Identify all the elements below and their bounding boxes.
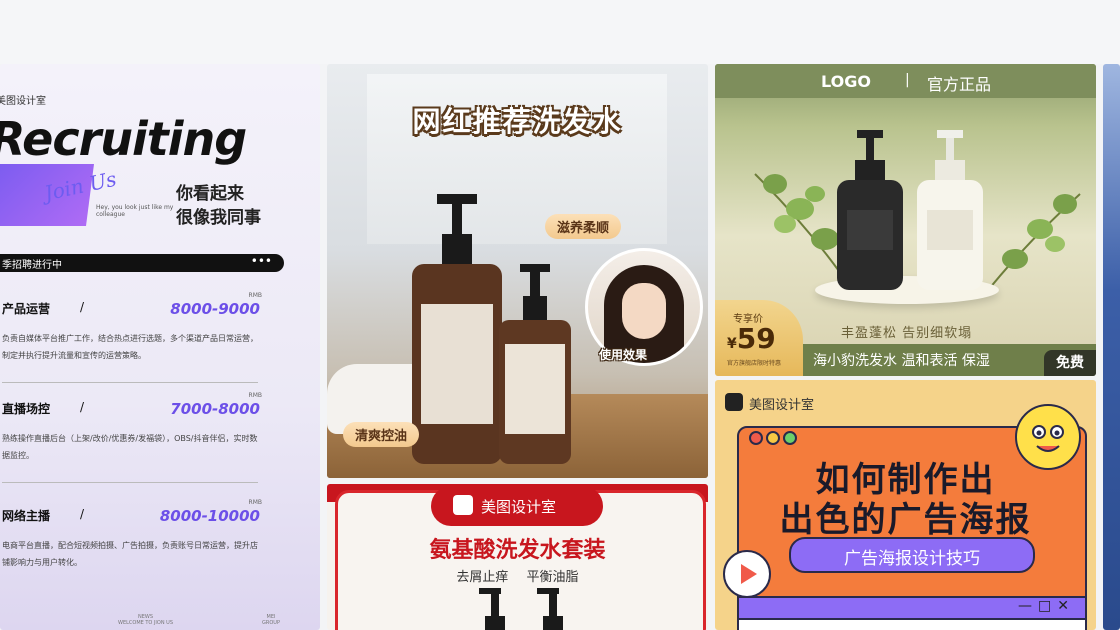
black-bottle-image [837,130,903,290]
brand-text: 美图设计室 [481,498,557,516]
logo-text: LOGO [821,72,871,91]
tips-pill: 广告海报设计技巧 [789,537,1035,573]
job-currency: RMB [248,292,262,299]
tag-nourish: 滋养柔顺 [545,214,622,239]
divider [2,382,258,383]
price-prefix: ¥ [727,336,737,352]
product-bar-text: 海小豹洗发水 温和表活 保湿 [813,353,990,369]
portrait-face [622,283,666,339]
sub-window-bar: —□✕ [739,598,1085,620]
pump-bottle-image [479,588,505,630]
banner-dots: ••• [250,254,272,268]
job-description: 电商平台直播，配合短视频拍摄、广告拍摄，负责账号日常运营，提升店铺影响力与用户转… [2,541,258,567]
price-tag: 专享价 ¥59 官方旗舰店限时特惠 [715,300,803,376]
brand-logo-icon [453,495,473,515]
slogan: 丰盈蓬松 告别细软塌 [841,326,973,341]
footer-right: MEI GROUP [262,614,280,626]
dot-yellow [766,431,780,445]
job-description: 熟练操作直播后台（上架/改价/优惠券/发福袋），OBS/抖音伴侣，实时数据监控。 [2,434,258,460]
price-value: ¥59 [727,322,776,355]
job-slash: / [80,300,85,314]
card-header: LOGO | 官方正品 [715,64,1096,98]
job-name: 产品运营 [2,302,51,316]
banner-text: 季招聘进行中 [2,260,62,271]
job-name: 直播场控 [2,402,51,416]
amino-subtitle: 去屑止痒 平衡油脂 [456,570,579,585]
header-separator: | [905,72,910,88]
footer-left-line-2: WELCOME TO JION US [118,620,174,626]
price-number: 59 [736,322,776,355]
tips-text: 广告海报设计技巧 [844,549,980,569]
official-text: 官方正品 [927,75,992,94]
footer-right-line-2: GROUP [262,620,280,626]
price-sub: 官方旗舰店限时特惠 [727,360,782,367]
recruiting-title: Recruiting [0,112,247,166]
job-currency: RMB [248,392,262,399]
tag-oil-control: 清爽控油 [343,422,420,447]
brand-text: 美图设计室 [749,398,815,413]
brand-pill: 美图设计室 [431,486,603,526]
recruiting-banner: 季招聘进行中 ••• [0,254,284,272]
footer-left: NEWS WELCOME TO JION US [118,614,173,626]
white-bottle-image [917,130,983,290]
tiny-text: Hey, you look just like my colleague [96,204,174,218]
looks-like-text: 你看起来 很像我同事 [176,182,261,230]
pump-bottle-image [537,588,563,630]
window-dots [749,430,800,449]
template-card-amino-set[interactable]: 美图设计室 氨基酸洗发水套装 去屑止痒 平衡油脂 [327,484,708,630]
job-description: 负责自媒体平台推广工作，结合热点进行选题，多个渠道产品日常运营，制定并执行提升流… [2,334,258,360]
template-card-shampoo-photo[interactable]: 网红推荐洗发水 滋养柔顺 清爽控油 使用效果 [327,64,708,478]
looks-like-line-2: 很像我同事 [176,208,261,228]
job-salary: 8000-9000 [170,300,260,318]
divider [2,482,258,483]
job-salary: 8000-10000 [159,507,260,525]
large-bottle-image [412,194,502,464]
job-slash: / [80,400,85,414]
looks-like-line-1: 你看起来 [176,184,244,204]
template-card-poster-tips[interactable]: 美图设计室 如何制作出 出色的广告海报 广告海报设计技巧 —□✕ [715,380,1096,630]
small-bottle-image [499,264,571,464]
template-card-edge[interactable] [1103,64,1120,630]
template-card-recruiting[interactable]: 美图设计室 Recruiting Join Us Hey, you look j… [0,64,320,630]
poster-title: 网红推荐洗发水 [412,105,623,138]
sub-window: —□✕ [737,596,1087,630]
effect-label: 使用效果 [599,348,648,362]
template-card-green-shampoo[interactable]: LOGO | 官方正品 专享价 ¥59 官方旗舰店限时特惠 丰盈蓬松 告别细软塌… [715,64,1096,376]
brand-label: 美图设计室 [0,96,46,107]
play-icon [723,550,771,598]
job-salary: 7000-8000 [170,400,260,418]
headline-line-2: 出色的广告海报 [779,500,1032,540]
job-currency: RMB [248,499,262,506]
dot-red [749,431,763,445]
window-controls: —□✕ [1018,598,1075,614]
top-bar [0,0,1120,64]
dot-green [783,431,797,445]
job-name: 网络主播 [2,509,51,523]
leaf-branch-right [985,193,1081,294]
free-badge: 免费 [1044,350,1096,376]
amino-title: 氨基酸洗发水套装 [429,538,606,563]
brand-logo-icon [725,393,743,411]
job-slash: / [80,507,85,521]
